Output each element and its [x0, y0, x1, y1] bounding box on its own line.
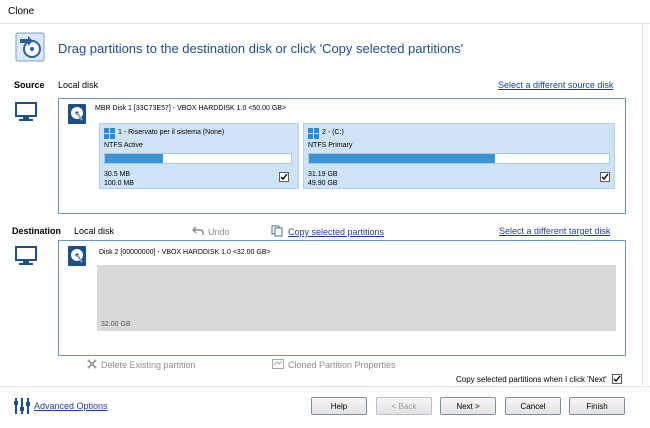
delete-icon [87, 359, 97, 371]
undo-button[interactable]: Undo [191, 226, 230, 238]
destination-computer-icon [15, 245, 37, 269]
delete-existing-partition-button[interactable]: Delete Existing partition [87, 359, 196, 371]
source-hdd-icon [67, 103, 87, 127]
title-bar: Clone [0, 0, 650, 24]
destination-disk-type: Local disk [74, 226, 115, 236]
partition-filesystem: NTFS Active [104, 142, 143, 149]
copy-on-next-checkbox[interactable] [611, 374, 622, 384]
source-computer-icon [15, 101, 37, 125]
source-partition-1[interactable]: 1 - Riservato per il sistema (None) NTFS… [99, 123, 299, 189]
partition-usage-bar [104, 153, 292, 164]
source-partition-2[interactable]: 2 - (C:) NTFS Primary 31.19 GB 49.90 GB [303, 123, 615, 189]
partition-used-size: 30.5 MB [104, 171, 131, 178]
advanced-options-icon [12, 396, 32, 418]
partition-2-checkbox[interactable] [600, 172, 610, 182]
undo-icon [191, 226, 204, 238]
next-button[interactable]: Next > [440, 397, 496, 415]
partition-usage-bar [308, 153, 610, 164]
header-instruction: Drag partitions to the destination disk … [58, 41, 464, 56]
destination-disk-panel: Disk 2 [00000000] - VBOX HARDDISK 1.0 <3… [58, 240, 626, 356]
back-button[interactable]: < Back [376, 397, 432, 415]
partition-title: 1 - Riservato per il sistema (None) [118, 129, 225, 136]
copy-on-next-option[interactable]: Copy selected partitions when I click 'N… [456, 374, 622, 384]
windows-logo-icon [104, 128, 115, 141]
partition-usage-fill [309, 154, 495, 163]
undo-label: Undo [208, 227, 230, 237]
window-title: Clone [8, 6, 35, 17]
cloned-partition-properties-label: Cloned Partition Properties [288, 360, 396, 370]
source-disk-type: Local disk [58, 80, 99, 90]
select-source-disk-link[interactable]: Select a different source disk [498, 80, 613, 90]
partition-1-checkbox[interactable] [279, 172, 289, 182]
partition-used-size: 31.19 GB [308, 171, 338, 178]
destination-hdd-icon [67, 245, 87, 269]
partition-total-size: 100.0 MB [104, 180, 134, 187]
finish-button[interactable]: Finish [569, 397, 625, 415]
partition-usage-fill [105, 154, 163, 163]
delete-existing-partition-label: Delete Existing partition [101, 360, 196, 370]
partition-filesystem: NTFS Primary [308, 142, 353, 149]
destination-disk-title: Disk 2 [00000000] - VBOX HARDDISK 1.0 <3… [99, 249, 271, 256]
copy-selected-partitions-label: Copy selected partitions [288, 227, 385, 237]
footer-bar: Advanced Options Help < Back Next > Canc… [0, 386, 650, 428]
advanced-options-link[interactable]: Advanced Options [34, 401, 108, 411]
cancel-button[interactable]: Cancel [505, 397, 561, 415]
window-right-edge [642, 24, 650, 386]
destination-label: Destination [12, 226, 62, 236]
copy-on-next-label: Copy selected partitions when I click 'N… [456, 374, 607, 384]
copy-selected-partitions-link[interactable]: Copy selected partitions [271, 225, 384, 239]
clone-disk-icon [14, 31, 46, 63]
help-button[interactable]: Help [311, 397, 367, 415]
copy-icon [271, 225, 283, 239]
cloned-partition-properties-button[interactable]: Cloned Partition Properties [272, 359, 396, 371]
partition-total-size: 49.90 GB [308, 180, 338, 187]
properties-icon [272, 359, 284, 371]
select-target-disk-link[interactable]: Select a different target disk [499, 226, 610, 236]
source-disk-title: MBR Disk 1 [33C73E57] - VBOX HARDDISK 1.… [95, 105, 287, 112]
source-disk-panel: MBR Disk 1 [33C73E57] - VBOX HARDDISK 1.… [58, 98, 626, 214]
unallocated-size: 32.00 GB [101, 321, 131, 328]
windows-logo-icon [308, 128, 319, 141]
partition-title: 2 - (C:) [322, 129, 344, 136]
source-label: Source [14, 80, 45, 90]
unallocated-space-block: 32.00 GB [97, 265, 616, 331]
